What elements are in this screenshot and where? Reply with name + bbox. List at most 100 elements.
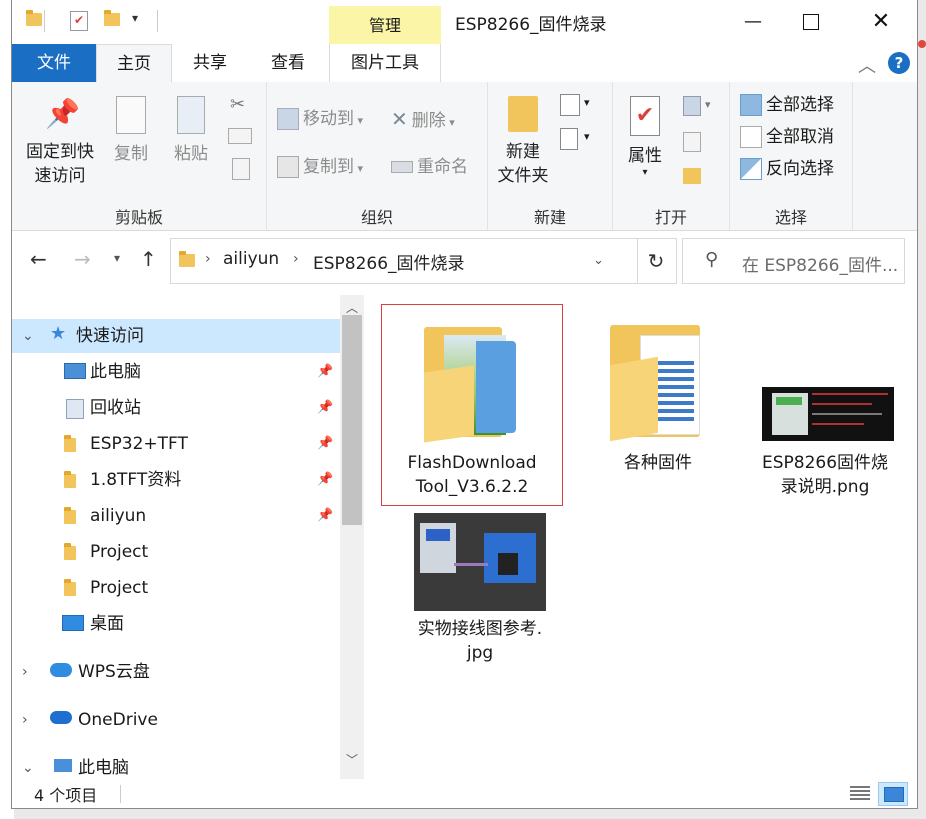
chevron-right-icon[interactable]: › <box>22 655 28 689</box>
properties-button[interactable]: ✔ 属性 ▾ <box>621 96 669 178</box>
navigation-pane: ⌄ ★ 快速访问 此电脑 📌 回收站 📌 ESP32+TFT 📌 1.8TFT资… <box>12 295 367 779</box>
file-item-firmware[interactable]: 各种固件 <box>568 305 748 505</box>
new-item-dropdown-icon[interactable]: ▾ <box>584 96 590 109</box>
address-row: ← → ▾ ↑ › ailiyun › ESP8266_固件烧录 ⌄ ↻ ⚲ 在… <box>12 231 917 287</box>
pin-icon[interactable]: 📌 <box>317 463 333 497</box>
nav-this-pc-pinned[interactable]: 此电脑 📌 <box>12 355 340 389</box>
file-item-png[interactable]: ESP8266固件烧 录说明.png <box>752 305 917 505</box>
copy-path-icon[interactable] <box>228 128 252 144</box>
nav-esp32-tft[interactable]: ESP32+TFT 📌 <box>12 427 340 461</box>
rename-button[interactable]: 重命名 <box>391 152 468 182</box>
cut-icon[interactable]: ✂ <box>230 94 245 115</box>
up-button[interactable]: ↑ <box>140 247 157 271</box>
invert-selection-button[interactable]: 反向选择 <box>740 154 834 184</box>
cloud-icon <box>50 663 72 677</box>
properties-label: 属性 <box>628 146 662 166</box>
nav-project-1[interactable]: Project <box>12 535 340 569</box>
file-name-2: 录说明.png <box>780 477 870 497</box>
select-none-button[interactable]: 全部取消 <box>740 122 834 152</box>
nav-desktop[interactable]: 桌面 <box>12 607 340 641</box>
chevron-right-icon[interactable]: › <box>22 703 28 737</box>
file-item-jpg[interactable]: 实物接线图参考. jpg <box>390 505 570 675</box>
pin-to-quick-access-button[interactable]: 📌 固定到快 速访问 <box>20 96 100 188</box>
select-none-icon <box>740 126 762 148</box>
properties-icon[interactable]: ✔ <box>70 11 88 31</box>
breadcrumb-current[interactable]: ESP8266_固件烧录 <box>313 249 465 274</box>
search-input[interactable]: ⚲ 在 ESP8266_固件... <box>682 238 905 284</box>
back-button[interactable]: ← <box>30 247 47 271</box>
open-icon[interactable] <box>683 96 701 116</box>
pin-icon[interactable]: 📌 <box>317 391 333 425</box>
new-folder-label: 新建 <box>506 142 540 162</box>
select-all-button[interactable]: 全部选择 <box>740 90 834 120</box>
file-item-flashdownload[interactable]: FlashDownload Tool_V3.6.2.2 <box>381 304 563 506</box>
easy-access-dropdown-icon[interactable]: ▾ <box>584 130 590 143</box>
pin-icon: 📌 <box>45 97 80 130</box>
breadcrumb-ailiyun[interactable]: ailiyun <box>223 249 279 269</box>
nav-quick-access[interactable]: ⌄ ★ 快速访问 <box>12 319 340 353</box>
properties-icon: ✔ <box>630 96 660 136</box>
edit-icon[interactable] <box>683 132 701 152</box>
pin-icon[interactable]: 📌 <box>317 355 333 389</box>
minimize-button[interactable]: — <box>724 4 782 40</box>
open-dropdown-icon[interactable]: ▾ <box>705 98 711 111</box>
divider <box>44 10 45 32</box>
nav-label: 此电脑 <box>78 758 129 778</box>
nav-wps-cloud[interactable]: › WPS云盘 <box>12 655 340 689</box>
scroll-down-icon[interactable]: ﹀ <box>340 751 364 768</box>
details-view-button[interactable] <box>846 782 874 804</box>
customize-toolbar-icon[interactable]: ▾ <box>132 11 138 25</box>
tab-share[interactable]: 共享 <box>174 44 246 82</box>
file-name: 实物接线图参考. <box>417 619 543 639</box>
nav-onedrive[interactable]: › OneDrive <box>12 703 340 737</box>
file-explorer-window: ✔ ▾ 管理 ESP8266_固件烧录 — ✕ 文件 主页 共享 查看 图片工具… <box>11 0 918 809</box>
new-folder-button[interactable]: 新建 文件夹 <box>492 96 554 188</box>
folder-icon <box>26 10 42 26</box>
paste-shortcut-icon[interactable] <box>232 158 250 180</box>
address-dropdown-icon[interactable]: ⌄ <box>593 253 604 268</box>
pin-icon[interactable]: 📌 <box>317 427 333 461</box>
pin-icon[interactable]: 📌 <box>317 499 333 533</box>
nav-ailiyun[interactable]: ailiyun 📌 <box>12 499 340 533</box>
breadcrumb-separator-icon[interactable]: › <box>205 251 211 267</box>
maximize-button[interactable] <box>782 4 840 40</box>
new-item-icon[interactable] <box>560 94 580 116</box>
help-icon[interactable]: ? <box>888 52 910 74</box>
tab-manage[interactable]: 管理 <box>329 6 441 44</box>
nav-1-8tft[interactable]: 1.8TFT资料 📌 <box>12 463 340 497</box>
history-icon[interactable] <box>683 168 701 184</box>
folder-icon <box>424 321 516 443</box>
copy-to-button[interactable]: 复制到 ▾ <box>277 152 363 182</box>
easy-access-icon[interactable] <box>560 128 578 150</box>
tab-home[interactable]: 主页 <box>96 44 172 84</box>
large-icons-view-button[interactable] <box>878 782 908 806</box>
delete-button[interactable]: ✕ 删除 ▾ <box>391 104 455 134</box>
close-button[interactable]: ✕ <box>852 4 910 40</box>
folder-icon <box>64 435 76 452</box>
nav-project-2[interactable]: Project <box>12 571 340 605</box>
paste-button[interactable]: 粘贴 <box>164 96 218 166</box>
open-group-label: 打开 <box>654 208 687 227</box>
chevron-down-icon[interactable]: ⌄ <box>22 319 34 353</box>
tab-picture-tools[interactable]: 图片工具 <box>329 44 441 82</box>
chevron-down-icon[interactable]: ⌄ <box>22 751 34 779</box>
move-to-button[interactable]: 移动到 ▾ <box>277 104 363 134</box>
refresh-button[interactable]: ↻ <box>636 238 677 284</box>
nav-this-pc[interactable]: ⌄ 此电脑 <box>12 751 340 779</box>
recent-locations-icon[interactable]: ▾ <box>114 251 120 265</box>
forward-button[interactable]: → <box>74 247 91 271</box>
new-folder-icon[interactable] <box>104 10 120 26</box>
tab-view[interactable]: 查看 <box>252 44 324 82</box>
properties-dropdown-icon: ▾ <box>642 167 648 178</box>
scroll-up-icon[interactable]: ︿ <box>340 299 364 316</box>
address-bar[interactable]: › ailiyun › ESP8266_固件烧录 ⌄ <box>170 238 638 284</box>
scroll-thumb[interactable] <box>342 315 362 525</box>
tab-file[interactable]: 文件 <box>12 44 96 82</box>
nav-scrollbar[interactable]: ︿ ﹀ <box>340 295 364 779</box>
ribbon: 📌 固定到快 速访问 复制 粘贴 ✂ 剪贴板 移动到 ▾ 复制到 ▾ ✕ 删除 … <box>12 82 917 231</box>
breadcrumb-separator-icon[interactable]: › <box>293 251 299 267</box>
copy-button[interactable]: 复制 <box>104 96 158 166</box>
image-thumbnail <box>414 513 546 611</box>
collapse-ribbon-icon[interactable]: ︿ <box>858 52 876 78</box>
nav-recycle-bin[interactable]: 回收站 📌 <box>12 391 340 425</box>
